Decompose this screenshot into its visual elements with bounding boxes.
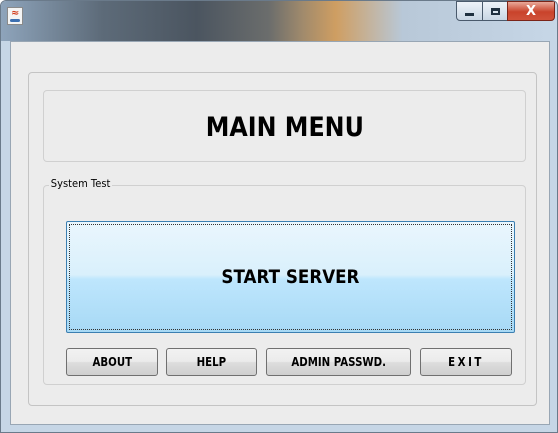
help-label: HELP: [196, 355, 227, 369]
button-row: ABOUT HELP ADMIN PASSWD. EXIT: [66, 348, 515, 376]
admin-password-label: ADMIN PASSWD.: [291, 355, 386, 369]
start-server-label: START SERVER: [221, 266, 360, 288]
close-icon: X: [525, 3, 537, 19]
app-window: ≈ X MAIN MENU System Test START SERVER A…: [0, 0, 558, 433]
group-label: System Test: [49, 177, 113, 190]
window-controls: X: [456, 1, 555, 21]
close-button[interactable]: X: [507, 1, 555, 21]
minimize-button[interactable]: [456, 1, 483, 21]
exit-label: EXIT: [448, 355, 484, 369]
exit-button[interactable]: EXIT: [420, 348, 512, 376]
system-test-group: System Test START SERVER ABOUT HELP ADMI…: [43, 177, 526, 385]
title-panel: MAIN MENU: [43, 90, 526, 162]
help-button[interactable]: HELP: [166, 348, 257, 376]
java-cup-icon[interactable]: ≈: [7, 7, 23, 25]
main-panel: MAIN MENU System Test START SERVER ABOUT…: [28, 72, 537, 406]
about-button[interactable]: ABOUT: [66, 348, 158, 376]
admin-password-button[interactable]: ADMIN PASSWD.: [266, 348, 411, 376]
java-cup-steam: ≈: [11, 8, 20, 19]
content-pane: MAIN MENU System Test START SERVER ABOUT…: [10, 41, 550, 425]
minimize-icon: [465, 12, 474, 16]
start-server-button[interactable]: START SERVER: [66, 221, 515, 333]
title-bar[interactable]: ≈ X: [1, 1, 557, 41]
about-label: ABOUT: [92, 355, 132, 369]
maximize-icon: [490, 7, 500, 15]
java-cup-base: [10, 19, 20, 22]
page-title: MAIN MENU: [205, 111, 364, 143]
maximize-button[interactable]: [482, 1, 508, 21]
